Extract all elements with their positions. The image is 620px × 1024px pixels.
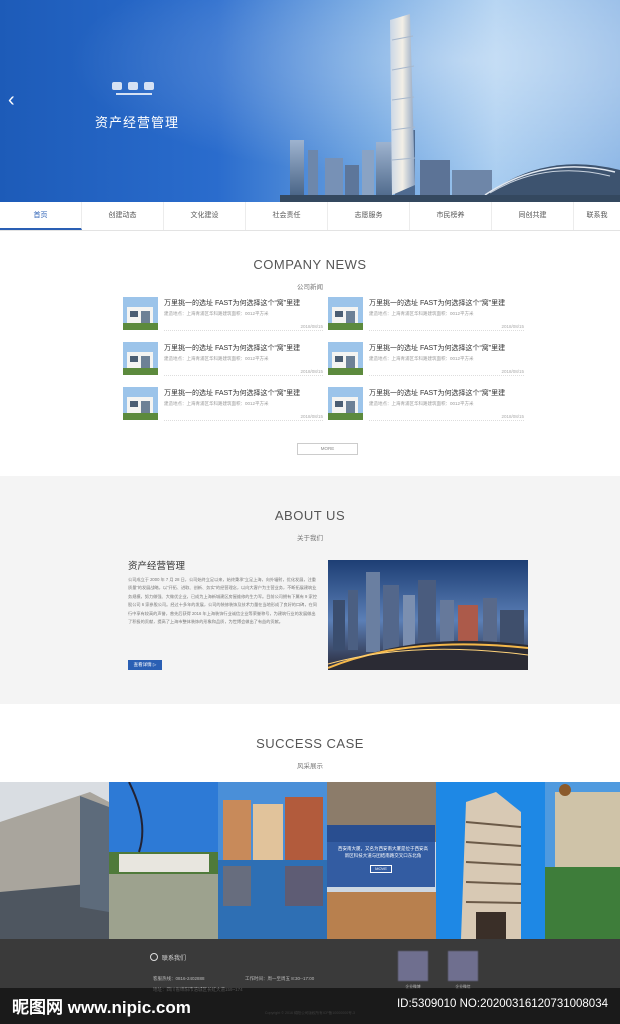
news-headline[interactable]: 万里挑一的选址 FAST为何选择这个“窝”里建 (369, 298, 505, 308)
nav-item-home[interactable]: 首页 (0, 202, 82, 230)
divider (164, 330, 323, 331)
news-headline[interactable]: 万里挑一的选址 FAST为何选择这个“窝”里建 (164, 298, 300, 308)
case-tower-image (436, 782, 545, 939)
news-thumbnail (123, 297, 158, 330)
news-date: 2018/08/15 (300, 369, 323, 374)
news-date: 2018/08/15 (300, 324, 323, 329)
cases-section-title: SUCCESS CASE (256, 736, 364, 751)
divider (369, 375, 524, 376)
divider (164, 420, 323, 421)
news-date: 2018/08/15 (501, 369, 524, 374)
news-headline[interactable]: 万里挑一的选址 FAST为何选择这个“窝”里建 (369, 388, 505, 398)
news-date: 2018/08/15 (300, 414, 323, 419)
nav-item-cobuild[interactable]: 同创共建 (492, 202, 574, 230)
case-image[interactable] (0, 782, 109, 939)
news-meta: 建造地点：上海青浦区华科路建筑面积：0012平方米 (164, 311, 269, 316)
news-item[interactable]: 万里挑一的选址 FAST为何选择这个“窝”里建 建造地点：上海青浦区华科路建筑面… (328, 387, 524, 425)
news-headline[interactable]: 万里挑一的选址 FAST为何选择这个“窝”里建 (164, 343, 300, 353)
case-gallery (0, 782, 620, 939)
case-pavilion-image (109, 782, 218, 939)
about-details-button[interactable]: 查看详情 ▷ (128, 660, 162, 670)
nav-item-citizen[interactable]: 市民榜养 (410, 202, 492, 230)
case-canal-houses-image (218, 782, 327, 939)
case-image[interactable] (109, 782, 218, 939)
case-overlay: 西安南大厦，又名为西安南大厦是位于西安高新区科技大道与团结南路交叉口东北角 MO… (327, 825, 435, 887)
news-item[interactable]: 万里挑一的选址 FAST为何选择这个“窝”里建 建造地点：上海青浦区华科路建筑面… (123, 342, 323, 380)
about-section-subtitle: 关于我们 (297, 535, 323, 542)
news-item[interactable]: 万里挑一的选址 FAST为何选择这个“窝”里建 建造地点：上海青浦区华科路建筑面… (328, 297, 524, 335)
company-logo (112, 82, 154, 95)
nav-item-culture[interactable]: 文化建设 (164, 202, 246, 230)
news-more-button[interactable]: MORE (297, 443, 358, 455)
hero-title: 资产经营管理 (95, 115, 180, 130)
news-item[interactable]: 万里挑一的选址 FAST为何选择这个“窝”里建 建造地点：上海青浦区华科路建筑面… (123, 297, 323, 335)
about-section-title: ABOUT US (274, 508, 346, 523)
watermark-id: ID:5309010 NO:20200316120731008034 (396, 998, 608, 1010)
news-date: 2018/08/15 (501, 324, 524, 329)
wechat-qr-code (448, 951, 478, 981)
city-night-photo (328, 560, 528, 670)
divider (369, 330, 524, 331)
hero-prev-arrow-icon[interactable]: ‹ (8, 90, 22, 110)
about-company-name: 资产经营管理 (128, 561, 186, 572)
news-meta: 建造地点：上海青浦区华科路建筑面积：0012平方米 (369, 356, 474, 361)
nav-item-volunteer[interactable]: 志愿服务 (328, 202, 410, 230)
case-image[interactable] (436, 782, 545, 939)
footer-hours: 工作时间：周一至周五 8:30--17:00 (245, 976, 315, 981)
nav-item-contact[interactable]: 联系我 (574, 202, 620, 230)
news-meta: 建造地点：上海青浦区华科路建筑面积：0012平方米 (369, 401, 474, 406)
watermark-bar: 昵图网 www.nipic.com ID:5309010 NO:20200316… (0, 988, 620, 1024)
case-colorful-building-image (545, 782, 620, 939)
news-section-subtitle: 公司新闻 (297, 284, 323, 291)
news-thumbnail (123, 342, 158, 375)
case-image[interactable] (218, 782, 327, 939)
about-description: 公司成立于 2000 年 7 月 28 日，公司始终立足以来，始终秉承“立足上海… (128, 577, 317, 625)
news-headline[interactable]: 万里挑一的选址 FAST为何选择这个“窝”里建 (369, 343, 505, 353)
cases-section-subtitle: 风采展示 (297, 763, 323, 770)
news-meta: 建造地点：上海青浦区华科路建筑面积：0012平方米 (369, 311, 474, 316)
case-overlay-text: 西安南大厦，又名为西安南大厦是位于西安高新区科技大道与团结南路交叉口东北角 (338, 846, 428, 858)
case-building-image (0, 782, 109, 939)
weibo-qr-code (398, 951, 428, 981)
footer-phone: 客服热线：0816-2402888 (153, 976, 205, 981)
news-thumbnail (328, 342, 363, 375)
contact-icon (150, 953, 158, 961)
main-nav: 首页 创建动态 文化建设 社会责任 志愿服务 市民榜养 同创共建 联系我 (0, 202, 620, 231)
page: ‹ 资产经营管理 首页 创建动态 文化建设 社会责任 志愿服务 市民榜养 同创共… (0, 0, 620, 1024)
news-meta: 建造地点：上海青浦区华科路建筑面积：0012平方米 (164, 356, 269, 361)
divider (369, 420, 524, 421)
nav-item-responsibility[interactable]: 社会责任 (246, 202, 328, 230)
city-skyline-image (280, 14, 620, 202)
news-thumbnail (328, 297, 363, 330)
news-date: 2018/08/15 (501, 414, 524, 419)
news-thumbnail (123, 387, 158, 420)
nav-item-news[interactable]: 创建动态 (82, 202, 164, 230)
case-move-button[interactable]: MOVE (370, 865, 392, 873)
watermark-brand: 昵图网 www.nipic.com (12, 998, 191, 1017)
news-section-title: COMPANY NEWS (253, 257, 367, 272)
divider (164, 375, 323, 376)
case-image[interactable] (545, 782, 620, 939)
hero-banner: ‹ 资产经营管理 (0, 0, 620, 202)
news-item[interactable]: 万里挑一的选址 FAST为何选择这个“窝”里建 建造地点：上海青浦区华科路建筑面… (123, 387, 323, 425)
footer-contact-label: 联系我们 (162, 956, 187, 962)
news-thumbnail (328, 387, 363, 420)
news-headline[interactable]: 万里挑一的选址 FAST为何选择这个“窝”里建 (164, 388, 300, 398)
news-meta: 建造地点：上海青浦区华科路建筑面积：0012平方米 (164, 401, 269, 406)
news-item[interactable]: 万里挑一的选址 FAST为何选择这个“窝”里建 建造地点：上海青浦区华科路建筑面… (328, 342, 524, 380)
